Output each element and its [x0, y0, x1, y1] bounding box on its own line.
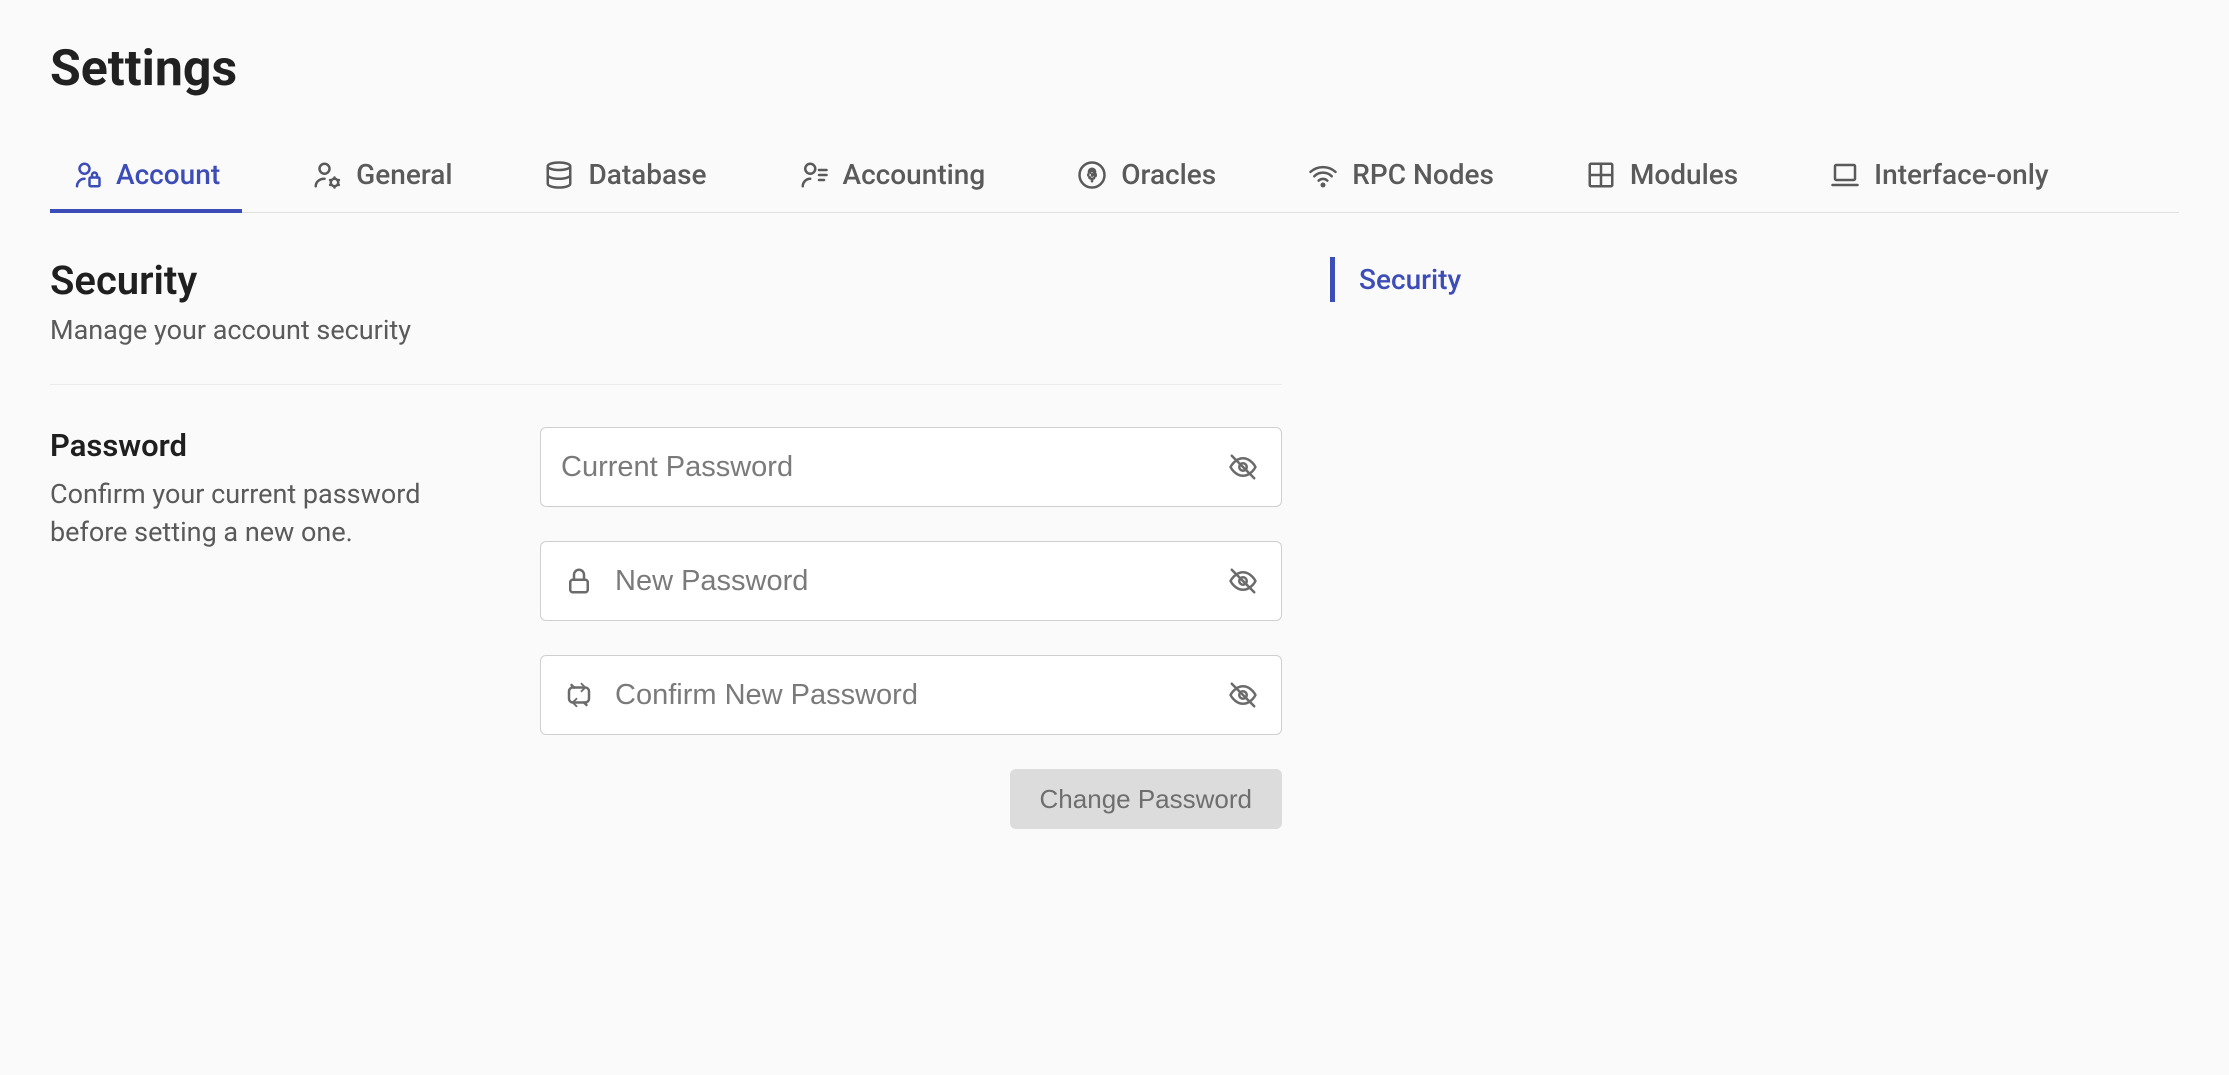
confirm-password-input[interactable] [615, 679, 1225, 712]
account-lock-icon [72, 160, 102, 190]
tab-label: Interface-only [1874, 158, 2048, 191]
new-password-input[interactable] [615, 565, 1225, 598]
password-description: Password Confirm your current password b… [50, 427, 500, 829]
sidenav-item-security[interactable]: Security [1330, 257, 1630, 302]
change-password-button[interactable]: Change Password [1010, 769, 1282, 829]
repeat-icon [561, 677, 597, 713]
section-title: Security [50, 257, 1282, 304]
section-subtitle: Manage your account security [50, 314, 1282, 346]
tab-rpc-nodes[interactable]: RPC Nodes [1286, 146, 1516, 213]
tab-label: Database [588, 158, 706, 191]
new-password-field[interactable] [540, 541, 1282, 621]
tab-label: Oracles [1121, 158, 1216, 191]
tab-general[interactable]: General [290, 146, 474, 213]
tab-label: Account [116, 158, 220, 191]
tab-label: RPC Nodes [1352, 158, 1494, 191]
account-gear-icon [312, 160, 342, 190]
eye-off-icon[interactable] [1225, 449, 1261, 485]
tab-label: Modules [1630, 158, 1738, 191]
tabs-bar: Account General Database Accounting $ Or… [50, 146, 2179, 213]
current-password-input[interactable] [561, 451, 1225, 484]
tab-interface-only[interactable]: Interface-only [1808, 146, 2070, 213]
tab-database[interactable]: Database [522, 146, 728, 213]
database-icon [544, 160, 574, 190]
svg-text:$: $ [1089, 167, 1096, 182]
tab-account[interactable]: Account [50, 146, 242, 213]
confirm-password-field[interactable] [540, 655, 1282, 735]
eye-off-icon[interactable] [1225, 677, 1261, 713]
tab-label: Accounting [843, 158, 986, 191]
page-title: Settings [50, 40, 2179, 98]
password-help-text: Confirm your current password before set… [50, 476, 500, 552]
current-password-field[interactable] [540, 427, 1282, 507]
account-list-icon [799, 160, 829, 190]
tab-oracles[interactable]: $ Oracles [1055, 146, 1238, 213]
eye-off-icon[interactable] [1225, 563, 1261, 599]
oracle-icon: $ [1077, 160, 1107, 190]
section-header: Security Manage your account security [50, 257, 1282, 385]
grid-icon [1586, 160, 1616, 190]
tab-accounting[interactable]: Accounting [777, 146, 1008, 213]
side-nav: Security [1330, 257, 1630, 829]
tab-label: General [356, 158, 452, 191]
lock-icon [561, 563, 597, 599]
password-heading: Password [50, 427, 500, 464]
laptop-icon [1830, 160, 1860, 190]
tab-modules[interactable]: Modules [1564, 146, 1760, 213]
wifi-icon [1308, 160, 1338, 190]
